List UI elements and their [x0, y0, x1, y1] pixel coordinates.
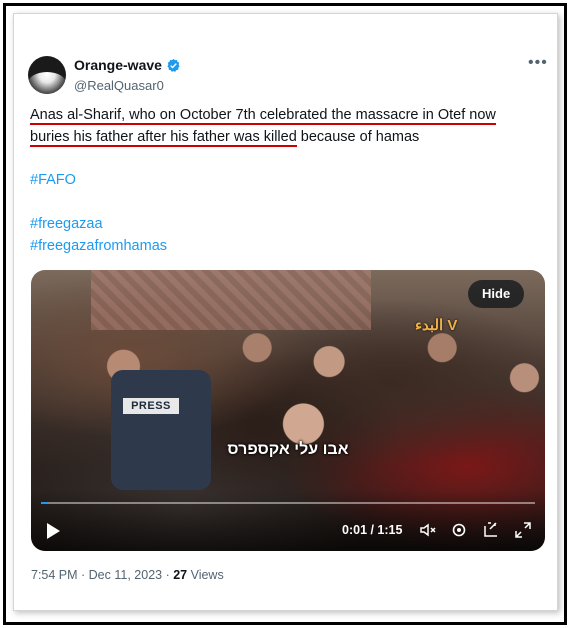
video-time: 0:01 / 1:15 [342, 523, 403, 537]
avatar-image [28, 72, 66, 94]
hide-button[interactable]: Hide [468, 280, 525, 308]
author-block: Orange-wave @RealQuasar0 [74, 57, 181, 93]
fullscreen-icon[interactable] [514, 521, 532, 539]
progress-bar[interactable] [41, 502, 535, 504]
timestamp[interactable]: 7:54 PM · Dec 11, 2023 · [31, 568, 173, 582]
avatar[interactable] [28, 56, 66, 94]
display-name-row[interactable]: Orange-wave [74, 57, 181, 73]
display-name[interactable]: Orange-wave [74, 57, 162, 73]
hashtag-link[interactable]: #freegazaa [30, 216, 103, 232]
mute-icon[interactable] [419, 521, 437, 539]
hashtag-link[interactable]: #FAFO [30, 172, 76, 188]
press-label: PRESS [123, 398, 179, 414]
video-caption: אבו עלי אקספרס [227, 441, 349, 458]
more-options-icon[interactable]: ••• [528, 55, 548, 71]
pip-icon[interactable] [482, 521, 500, 539]
tweet-meta: 7:54 PM · Dec 11, 2023 · 27 Views [31, 568, 224, 582]
video-frame-press-vest [111, 370, 211, 490]
progress-fill [41, 502, 48, 504]
handle[interactable]: @RealQuasar0 [74, 78, 181, 93]
settings-gear-icon[interactable] [450, 521, 468, 539]
views-label: Views [187, 568, 224, 582]
views-count: 27 [173, 568, 188, 582]
tweet-text: Anas al-Sharif, who on October 7th celeb… [30, 104, 545, 148]
tweet-text-tail: because of hamas [296, 129, 420, 145]
hashtag-link[interactable]: #freegazafromhamas [30, 238, 167, 254]
channel-logo: البدء V [415, 317, 458, 334]
play-icon[interactable] [45, 522, 61, 540]
verified-badge-icon [167, 58, 180, 72]
tweet-text-underlined: buries his father after his father was k… [30, 129, 297, 147]
video-player[interactable]: PRESS البدء V Hide אבו עלי אקספרס 0:01 /… [31, 270, 545, 551]
tweet-text-line1: Anas al-Sharif, who on October 7th celeb… [30, 107, 496, 125]
